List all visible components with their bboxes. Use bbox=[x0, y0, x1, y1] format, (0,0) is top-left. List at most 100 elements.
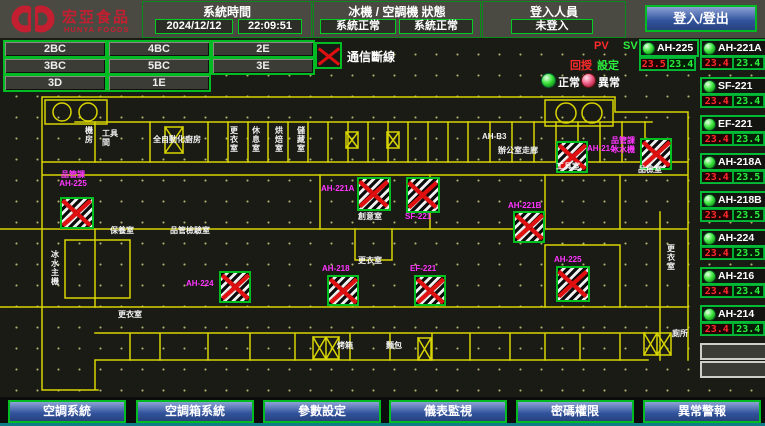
abnormal-label: 異常 bbox=[598, 74, 620, 90]
login-section: 登入人員 未登入 bbox=[482, 1, 626, 38]
system-time-label: 系統時間 bbox=[143, 3, 311, 20]
floor-button-5bc[interactable]: 5BC bbox=[107, 57, 211, 75]
status-led-icon bbox=[703, 308, 716, 321]
map-fan-label-ef221: EF-221 bbox=[410, 264, 436, 273]
room-label: 烘焙室 bbox=[274, 126, 283, 153]
nav-alarm-button[interactable]: 異常警報 bbox=[643, 400, 761, 423]
map-fan-unit-ah224[interactable] bbox=[219, 271, 251, 303]
status-led-icon bbox=[703, 80, 716, 93]
sidebar-unit-ef221[interactable]: EF-221 bbox=[700, 115, 765, 133]
pv-value: 23.4 bbox=[701, 171, 733, 183]
sidebar-unit-ah218b[interactable]: AH-218B bbox=[700, 191, 765, 209]
room-label: 更衣室 bbox=[229, 126, 238, 153]
pv-value: 23.4 bbox=[701, 209, 733, 221]
sv-value: 23.5 bbox=[733, 171, 765, 183]
room-label: 更衣室 bbox=[666, 244, 675, 271]
sidebar-unit-sf221[interactable]: SF-221 bbox=[700, 77, 765, 95]
nav-ac-system-button[interactable]: 空調系統 bbox=[8, 400, 126, 423]
room-label: AH-B3 bbox=[482, 133, 506, 142]
map-fan-unit-ah221a[interactable] bbox=[357, 177, 391, 211]
system-time-section: 系統時間 2024/12/12 22:09:51 bbox=[142, 1, 312, 38]
sidebar-values-ah225: 23.5 23.4 bbox=[639, 57, 696, 71]
sidebar-values-ah221a: 23.4 23.4 bbox=[700, 56, 765, 70]
comm-error-label: 通信斷線 bbox=[347, 48, 395, 65]
sv-value: 23.5 bbox=[733, 247, 765, 259]
machine-status-section: 冰機 / 空調機 狀態 系統正常 系統正常 bbox=[313, 1, 481, 38]
sidebar-empty-slot bbox=[700, 343, 765, 360]
hunya-logo-icon bbox=[8, 2, 58, 36]
sidebar-unit-ah225[interactable]: AH-225 bbox=[639, 39, 699, 57]
floor-button-1e[interactable]: 1E bbox=[107, 74, 211, 92]
sidebar-unit-ah221a[interactable]: AH-221A bbox=[700, 39, 765, 57]
map-fan-unit-ah221b[interactable] bbox=[513, 211, 545, 243]
floor-button-3d[interactable]: 3D bbox=[3, 74, 107, 92]
sv-value: 23.4 bbox=[733, 133, 765, 145]
room-label: 辦公室走廊 bbox=[498, 147, 538, 156]
unit-name: EF-221 bbox=[718, 118, 752, 130]
unit-name: AH-216 bbox=[718, 270, 754, 282]
status-led-icon bbox=[703, 270, 716, 283]
login-label: 登入人員 bbox=[483, 3, 625, 20]
map-fan-label-sf221: SF-221 bbox=[405, 212, 431, 221]
sidebar-unit-ah224[interactable]: AH-224 bbox=[700, 229, 765, 247]
status-led-icon bbox=[703, 232, 716, 245]
sidebar-unit-ah218a[interactable]: AH-218A bbox=[700, 153, 765, 171]
map-fan-label-ah225: 品管課 AH-225 bbox=[50, 170, 96, 188]
sidebar-values-ah214: 23.4 23.4 bbox=[700, 322, 765, 336]
sidebar-unit-ah216[interactable]: AH-216 bbox=[700, 267, 765, 285]
sv-label: SV bbox=[623, 40, 638, 52]
room-label: 廁所 bbox=[672, 330, 688, 339]
room-label: 保養室 bbox=[110, 227, 134, 236]
status-led-icon bbox=[703, 156, 716, 169]
map-fan-label-ah221a: AH-221A bbox=[321, 184, 354, 193]
nav-password-auth-button[interactable]: 密碼權限 bbox=[516, 400, 634, 423]
pv-value: 23.4 bbox=[701, 95, 733, 107]
unit-name: AH-214 bbox=[718, 308, 754, 320]
login-logout-button[interactable]: 登入/登出 bbox=[645, 5, 757, 32]
map-fan-unit-sf221[interactable] bbox=[406, 177, 440, 213]
map-fan-unit-ef221[interactable] bbox=[414, 275, 446, 306]
system-clock-value: 22:09:51 bbox=[238, 19, 302, 34]
room-label: 烤箱 bbox=[337, 342, 353, 351]
nav-ahu-system-button[interactable]: 空調箱系統 bbox=[136, 400, 254, 423]
status-led-icon bbox=[703, 118, 716, 131]
setting-label: 設定 bbox=[597, 57, 619, 73]
bottom-nav: 空調系統 空調箱系統 參數設定 儀表監視 密碼權限 異常警報 bbox=[0, 397, 765, 423]
map-fan-label-ah225b: AH-225 bbox=[554, 255, 582, 264]
floor-button-2bc[interactable]: 2BC bbox=[3, 40, 107, 58]
room-label: 品檢室 bbox=[638, 166, 662, 175]
map-fan-unit-ah218[interactable] bbox=[327, 275, 359, 306]
pv-value: 23.4 bbox=[701, 247, 733, 259]
sidebar-empty-slot bbox=[700, 361, 765, 378]
sidebar-values-sf221: 23.4 23.4 bbox=[700, 94, 765, 108]
status-led-icon bbox=[642, 42, 655, 55]
sidebar-values-ah218a: 23.4 23.5 bbox=[700, 170, 765, 184]
map-fan-label-ah224: AH-224 bbox=[186, 279, 214, 288]
unit-name: AH-218A bbox=[718, 156, 762, 168]
map-fan-unit-ah225[interactable] bbox=[60, 197, 94, 229]
abnormal-led-icon bbox=[581, 73, 596, 88]
sv-value: 23.5 bbox=[733, 209, 765, 221]
floor-button-4bc[interactable]: 4BC bbox=[107, 40, 211, 58]
map-fan-unit-ah225b[interactable] bbox=[556, 266, 590, 302]
brand-name: 宏亞食品 bbox=[62, 6, 130, 27]
sidebar-unit-ah214[interactable]: AH-214 bbox=[700, 305, 765, 323]
floor-button-2e[interactable]: 2E bbox=[211, 40, 315, 58]
pv-label: PV bbox=[594, 40, 609, 52]
pv-value: 23.4 bbox=[701, 285, 733, 297]
floor-button-3bc[interactable]: 3BC bbox=[3, 57, 107, 75]
ahu-status-value: 系統正常 bbox=[399, 19, 473, 34]
sv-value: 23.4 bbox=[733, 95, 765, 107]
pv-value: 23.4 bbox=[701, 133, 733, 145]
feedback-label: 回授 bbox=[570, 57, 592, 73]
sv-value: 23.4 bbox=[733, 57, 765, 69]
room-label: 麵包 bbox=[386, 342, 402, 351]
nav-param-setting-button[interactable]: 參數設定 bbox=[263, 400, 381, 423]
pv-value: 23.5 bbox=[640, 58, 668, 70]
room-label: 工具室 bbox=[556, 163, 580, 172]
floor-button-3e[interactable]: 3E bbox=[211, 57, 315, 75]
room-label: 更衣室 bbox=[358, 257, 382, 266]
status-led-icon bbox=[703, 42, 716, 55]
header-bar: 宏亞食品 HUNYA FOODS 系統時間 2024/12/12 22:09:5… bbox=[0, 0, 765, 39]
nav-meter-monitor-button[interactable]: 儀表監視 bbox=[389, 400, 507, 423]
